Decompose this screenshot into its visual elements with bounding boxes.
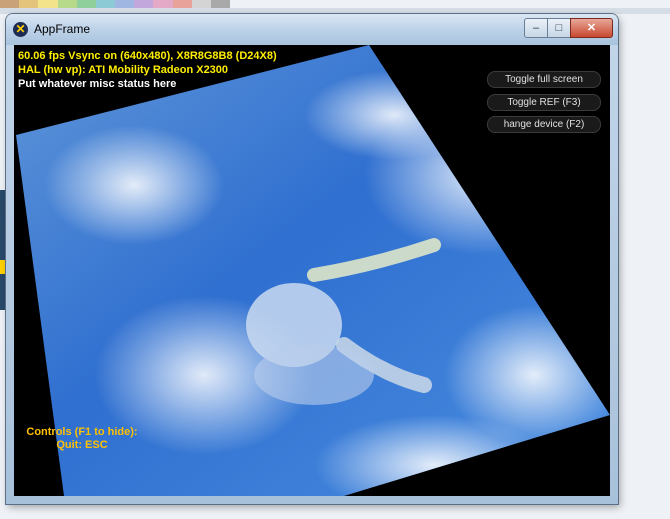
misc-status-line: Put whatever misc status here: [18, 78, 177, 90]
toggle-ref-button[interactable]: Toggle REF (F3): [487, 94, 601, 111]
status-text: 60.06 fps Vsync on (640x480), X8R8G8B8 (…: [18, 49, 277, 91]
maximize-button[interactable]: □: [547, 18, 571, 38]
desktop-swatch-strip: [0, 0, 231, 8]
controls-help: Controls (F1 to hide): Quit: ESC: [22, 426, 142, 452]
render-viewport[interactable]: 60.06 fps Vsync on (640x480), X8R8G8B8 (…: [14, 45, 610, 496]
title-bar[interactable]: ✕ AppFrame – □ ✕: [6, 14, 618, 45]
app-icon: ✕: [13, 22, 28, 37]
minimize-button[interactable]: –: [524, 18, 548, 38]
device-status-line: HAL (hw vp): ATI Mobility Radeon X2300: [18, 64, 229, 76]
toggle-full-screen-button[interactable]: Toggle full screen: [487, 71, 601, 88]
window-title: AppFrame: [34, 22, 91, 36]
change-device-button[interactable]: hange device (F2): [487, 116, 601, 133]
quit-hint: Quit: ESC: [56, 439, 108, 451]
fps-status-line: 60.06 fps Vsync on (640x480), X8R8G8B8 (…: [18, 50, 277, 62]
app-window: ✕ AppFrame – □ ✕ 60.06 fps Vsync on (640…: [6, 14, 618, 504]
close-button[interactable]: ✕: [570, 18, 613, 38]
controls-help-title: Controls (F1 to hide):: [26, 426, 138, 438]
